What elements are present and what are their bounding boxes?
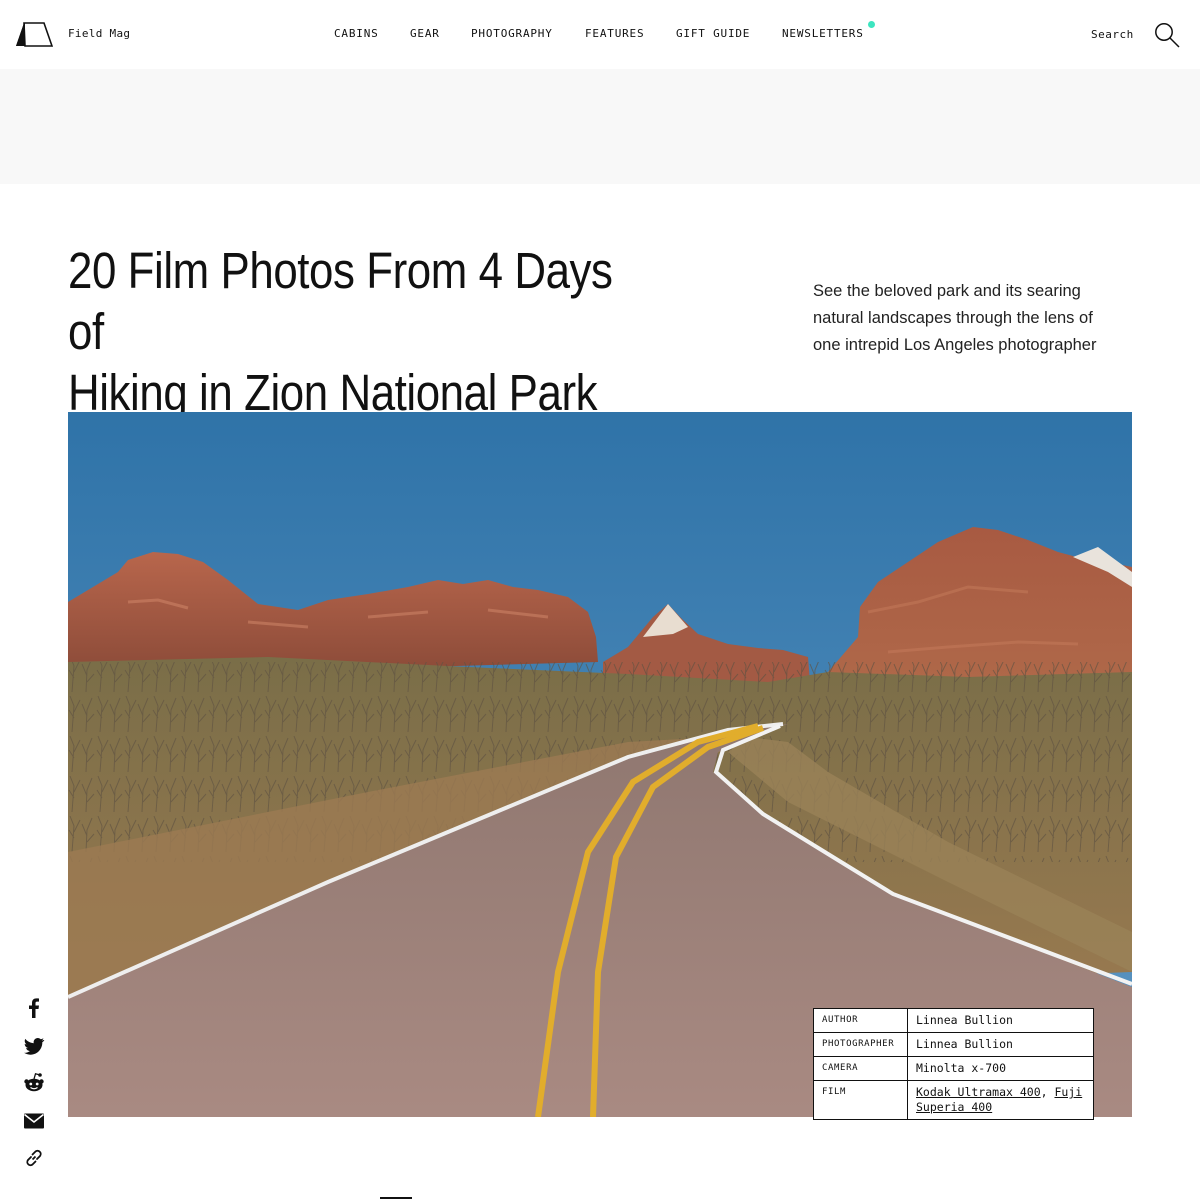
reddit-icon xyxy=(24,1073,44,1092)
email-icon xyxy=(24,1113,44,1128)
nav-features[interactable]: FEATURES xyxy=(585,27,644,40)
title-line-1: 20 Film Photos From 4 Days of xyxy=(68,242,613,360)
dek-line-2: natural landscapes through the lens of xyxy=(813,309,1093,327)
nav-cabins[interactable]: CABINS xyxy=(334,27,379,40)
share-reddit-button[interactable] xyxy=(22,1071,46,1095)
nav-newsletters[interactable]: NEWSLETTERS xyxy=(782,27,864,40)
facebook-icon xyxy=(29,998,39,1018)
article-dek: See the beloved park and its searing nat… xyxy=(813,278,1133,359)
nav-gift-guide[interactable]: GIFT GUIDE xyxy=(676,27,750,40)
link-icon xyxy=(26,1149,42,1167)
dek-line-1: See the beloved park and its searing xyxy=(813,282,1081,300)
share-email-button[interactable] xyxy=(22,1109,46,1133)
credit-row-camera: CAMERA Minolta x-700 xyxy=(814,1057,1093,1081)
credit-key-photographer: PHOTOGRAPHER xyxy=(814,1033,908,1056)
share-twitter-button[interactable] xyxy=(22,1034,46,1058)
share-rail xyxy=(22,996,46,1184)
credit-value-camera: Minolta x-700 xyxy=(916,1061,1007,1075)
copy-link-button[interactable] xyxy=(22,1146,46,1170)
content-divider xyxy=(380,1197,412,1199)
credit-key-camera: CAMERA xyxy=(814,1057,908,1080)
newsletter-indicator-dot xyxy=(868,21,875,28)
film-separator: , xyxy=(1040,1085,1055,1099)
credits-table: AUTHOR Linnea Bullion PHOTOGRAPHER Linne… xyxy=(813,1008,1094,1120)
credit-value-film: Kodak Ultramax 400, Fuji Superia 400 xyxy=(908,1081,1093,1119)
ad-banner-area xyxy=(0,69,1200,184)
credit-value-photographer: Linnea Bullion xyxy=(916,1037,1013,1051)
dek-line-3: one intrepid Los Angeles photographer xyxy=(813,336,1097,354)
main-nav: CABINS GEAR PHOTOGRAPHY FEATURES GIFT GU… xyxy=(0,27,1200,43)
search-icon[interactable] xyxy=(1154,22,1180,48)
twitter-icon xyxy=(24,1037,45,1055)
credit-row-film: FILM Kodak Ultramax 400, Fuji Superia 40… xyxy=(814,1081,1093,1119)
site-header: Field Mag CABINS GEAR PHOTOGRAPHY FEATUR… xyxy=(0,0,1200,69)
credit-value-author: Linnea Bullion xyxy=(916,1013,1013,1027)
film-link-kodak[interactable]: Kodak Ultramax 400 xyxy=(916,1085,1041,1099)
credit-row-author: AUTHOR Linnea Bullion xyxy=(814,1009,1093,1033)
credit-row-photographer: PHOTOGRAPHER Linnea Bullion xyxy=(814,1033,1093,1057)
credit-key-film: FILM xyxy=(814,1081,908,1119)
search-link[interactable]: Search xyxy=(1091,28,1134,41)
nav-photography[interactable]: PHOTOGRAPHY xyxy=(471,27,553,40)
share-facebook-button[interactable] xyxy=(22,996,46,1020)
article-title: 20 Film Photos From 4 Days of Hiking in … xyxy=(68,240,653,423)
credit-key-author: AUTHOR xyxy=(814,1009,908,1032)
nav-gear[interactable]: GEAR xyxy=(410,27,440,40)
